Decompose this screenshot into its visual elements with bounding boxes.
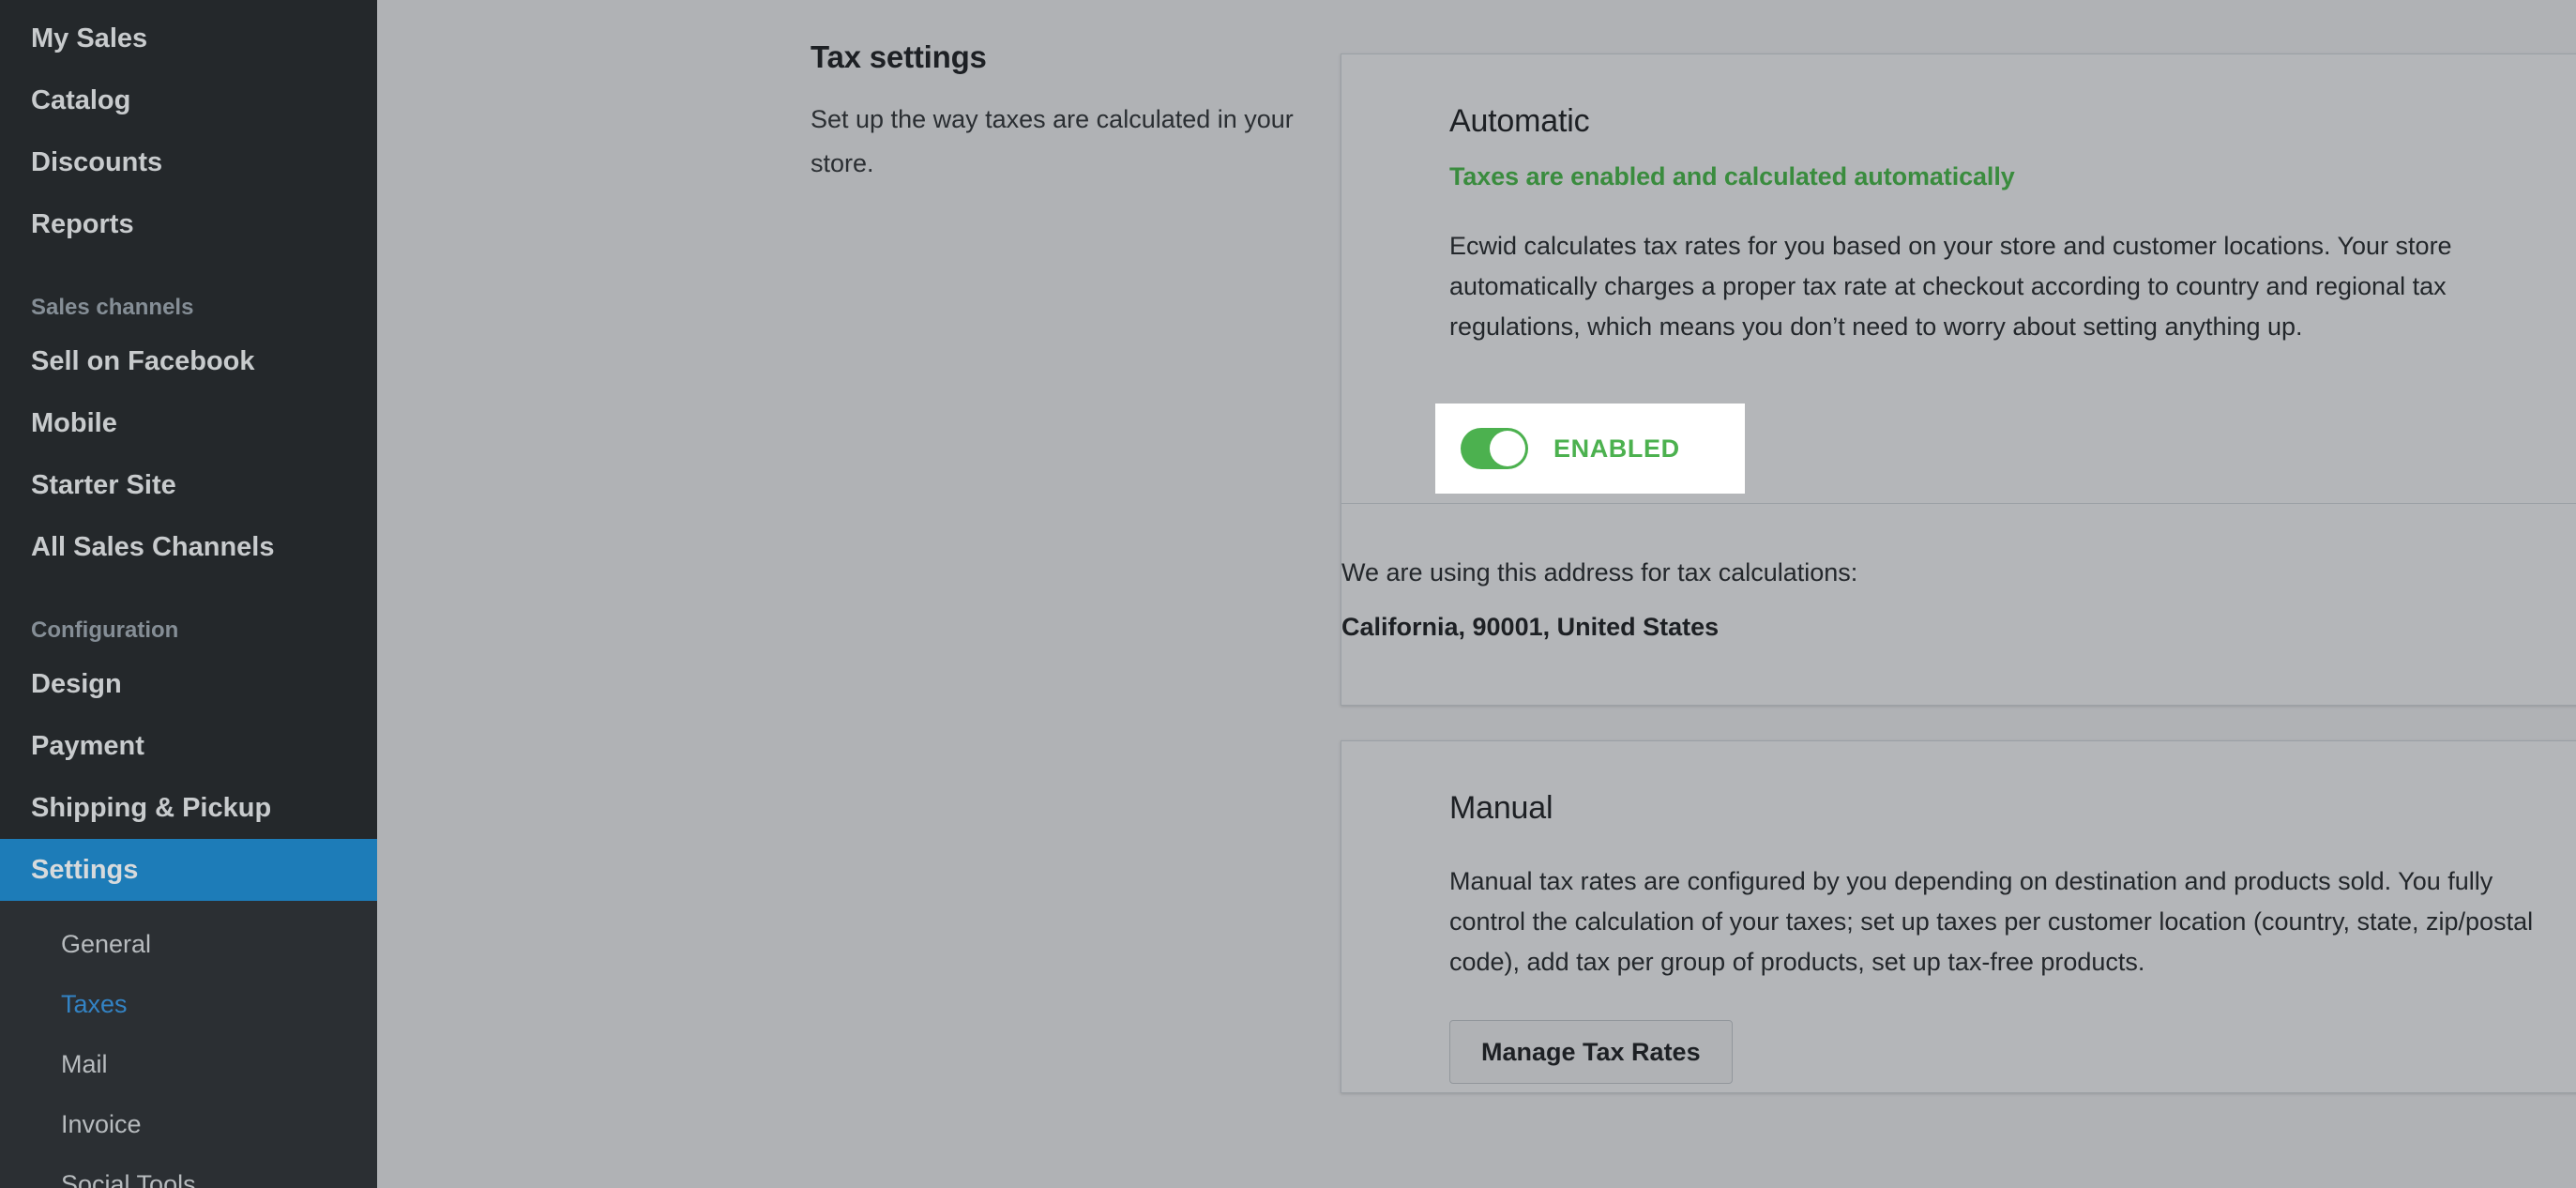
sidebar-subitem-taxes[interactable]: Taxes bbox=[0, 974, 377, 1034]
manual-card-text: Manual Manual tax rates are configured b… bbox=[1341, 790, 2576, 1084]
sidebar-sales-channels-group: Sell on Facebook Mobile Starter Site All… bbox=[0, 330, 377, 578]
sidebar-item-my-sales[interactable]: My Sales bbox=[0, 8, 377, 69]
manual-card-description: Manual tax rates are configured by you d… bbox=[1449, 867, 2534, 976]
sidebar-item-payment[interactable]: Payment bbox=[0, 715, 377, 777]
manual-tax-card: Manual Manual tax rates are configured b… bbox=[1341, 740, 2576, 1093]
toggle-switch[interactable] bbox=[1461, 428, 1528, 469]
sidebar-section-sales-channels: Sales channels bbox=[31, 295, 194, 320]
manual-card-title: Manual bbox=[1449, 790, 1553, 826]
page-subtitle: Set up the way taxes are calculated in y… bbox=[811, 105, 1294, 177]
automatic-tax-card: Automatic Taxes are enabled and calculat… bbox=[1341, 53, 2576, 706]
sidebar-subitem-general[interactable]: General bbox=[0, 914, 377, 974]
sidebar-item-catalog[interactable]: Catalog bbox=[0, 69, 377, 131]
sidebar-item-discounts[interactable]: Discounts bbox=[0, 131, 377, 193]
toggle-state-label: ENABLED bbox=[1553, 434, 1680, 463]
page-title: Tax settings bbox=[811, 39, 987, 74]
automatic-status-text: Taxes are enabled and calculated automat… bbox=[1449, 162, 2015, 190]
sidebar: My Sales Catalog Discounts Reports Sales… bbox=[0, 0, 377, 1188]
address-intro-text: We are using this address for tax calcul… bbox=[1341, 558, 1858, 586]
manage-tax-rates-button[interactable]: Manage Tax Rates bbox=[1449, 1020, 1733, 1084]
sidebar-item-mobile[interactable]: Mobile bbox=[0, 392, 377, 454]
automatic-card-upper: Automatic Taxes are enabled and calculat… bbox=[1341, 54, 2576, 503]
sidebar-settings-submenu: General Taxes Mail Invoice Social Tools bbox=[0, 901, 377, 1188]
sidebar-subitem-social-tools[interactable]: Social Tools bbox=[0, 1154, 377, 1188]
sidebar-subitem-invoice[interactable]: Invoice bbox=[0, 1094, 377, 1154]
sidebar-item-design[interactable]: Design bbox=[0, 653, 377, 715]
automatic-card-title: Automatic bbox=[1449, 103, 1590, 139]
sidebar-item-shipping-pickup[interactable]: Shipping & Pickup bbox=[0, 777, 377, 839]
sidebar-subitem-mail[interactable]: Mail bbox=[0, 1034, 377, 1094]
main-content: Tax settings Set up the way taxes are ca… bbox=[377, 0, 2576, 1188]
sidebar-item-reports[interactable]: Reports bbox=[0, 193, 377, 255]
sidebar-item-all-sales-channels[interactable]: All Sales Channels bbox=[0, 516, 377, 578]
sidebar-item-starter-site[interactable]: Starter Site bbox=[0, 454, 377, 516]
automatic-card-description: Ecwid calculates tax rates for you based… bbox=[1449, 232, 2452, 341]
automatic-card-address-section: We are using this address for tax calcul… bbox=[1341, 504, 2576, 705]
sidebar-configuration-group: Design Payment Shipping & Pickup Setting… bbox=[0, 653, 377, 901]
page-intro: Tax settings Set up the way taxes are ca… bbox=[811, 39, 1298, 186]
app-window: My Sales Catalog Discounts Reports Sales… bbox=[0, 0, 2576, 1188]
sidebar-section-configuration: Configuration bbox=[31, 617, 179, 643]
sidebar-primary-group: My Sales Catalog Discounts Reports bbox=[0, 8, 377, 255]
cards-column: Automatic Taxes are enabled and calculat… bbox=[1341, 53, 2576, 1093]
manual-card-body: Manual Manual tax rates are configured b… bbox=[1341, 741, 2576, 1092]
sidebar-item-sell-on-facebook[interactable]: Sell on Facebook bbox=[0, 330, 377, 392]
toggle-knob bbox=[1490, 431, 1525, 466]
automatic-tax-toggle[interactable]: ENABLED bbox=[1435, 404, 1745, 494]
address-value: California, 90001, United States bbox=[1341, 613, 1720, 641]
sidebar-item-settings[interactable]: Settings bbox=[0, 839, 377, 901]
automatic-card-text: Automatic Taxes are enabled and calculat… bbox=[1341, 103, 2576, 347]
